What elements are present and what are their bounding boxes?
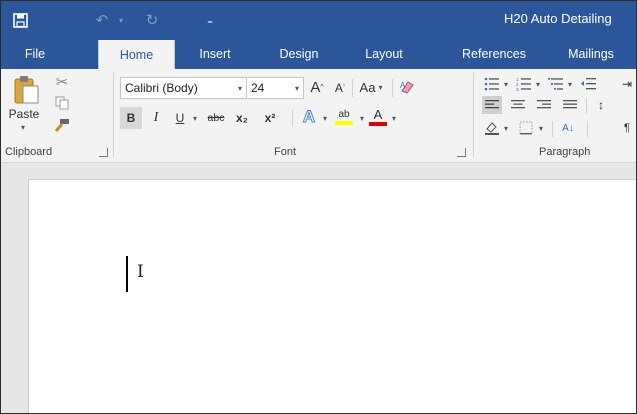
- underline-button[interactable]: U: [171, 107, 189, 129]
- undo-icon[interactable]: ↶: [91, 1, 113, 39]
- customize-qat-icon[interactable]: ₌: [199, 1, 221, 39]
- borders-dropdown-icon[interactable]: ▾: [536, 119, 546, 137]
- paragraph-divider: [586, 98, 587, 114]
- svg-text:A: A: [400, 81, 406, 90]
- justify-button[interactable]: [560, 96, 580, 114]
- bold-button[interactable]: B: [120, 107, 142, 129]
- font-color-dropdown-icon[interactable]: ▾: [389, 107, 399, 129]
- font-name-value: Calibri (Body): [125, 81, 198, 95]
- shrink-font-icon[interactable]: Aˇ: [331, 79, 349, 97]
- ibeam-cursor-icon: I: [137, 262, 144, 282]
- text-effects-icon[interactable]: A: [298, 106, 320, 128]
- group-divider: [473, 73, 474, 157]
- cut-icon[interactable]: ✂: [52, 72, 72, 92]
- multilevel-list-icon[interactable]: [546, 75, 566, 93]
- strikethrough-button[interactable]: abc: [203, 107, 229, 129]
- paragraph-group-label: Paragraph: [539, 146, 591, 158]
- tab-layout[interactable]: Layout: [357, 39, 411, 69]
- align-left-button[interactable]: [482, 96, 502, 114]
- shading-icon[interactable]: [482, 119, 502, 137]
- word-window: ↶ ▾ ↻ ₌ H20 Auto Detailing File Home Ins…: [0, 0, 637, 414]
- clipboard-launcher-icon[interactable]: [99, 148, 108, 157]
- svg-text:3: 3: [516, 87, 519, 91]
- decrease-indent-icon[interactable]: [579, 75, 599, 93]
- paste-dropdown-icon[interactable]: ▾: [13, 121, 33, 133]
- bullets-icon[interactable]: [482, 75, 502, 93]
- grow-font-icon[interactable]: A ^: [307, 77, 327, 97]
- undo-dropdown-icon[interactable]: ▾: [114, 1, 128, 39]
- font-size-box[interactable]: 24 ▾: [246, 77, 304, 99]
- paragraph-divider: [552, 121, 553, 137]
- tab-insert[interactable]: Insert: [191, 39, 239, 69]
- tab-references[interactable]: References: [456, 39, 532, 69]
- tab-design[interactable]: Design: [271, 39, 327, 69]
- highlight-dropdown-icon[interactable]: ▾: [357, 107, 367, 129]
- superscript-button[interactable]: x²: [259, 107, 281, 129]
- ribbon: Paste ▾ ✂ Clipboard Calibri (Body) ▾ 24 …: [1, 69, 636, 163]
- font-color-icon[interactable]: A: [367, 105, 389, 129]
- shading-dropdown-icon[interactable]: ▾: [501, 119, 511, 137]
- increase-indent-icon[interactable]: ⇥: [621, 75, 633, 93]
- highlight-icon[interactable]: ab: [332, 105, 356, 129]
- bullets-dropdown-icon[interactable]: ▾: [501, 75, 511, 93]
- font-group-label: Font: [274, 146, 297, 158]
- redo-icon[interactable]: ↻: [141, 1, 163, 39]
- multilevel-dropdown-icon[interactable]: ▾: [565, 75, 575, 93]
- text-cursor: [126, 256, 128, 292]
- font-name-box[interactable]: Calibri (Body) ▾: [120, 77, 247, 99]
- clear-formatting-icon[interactable]: A: [397, 77, 417, 97]
- text-effects-dropdown-icon[interactable]: ▾: [320, 107, 330, 129]
- paste-button[interactable]: Paste: [4, 107, 44, 121]
- font-size-dropdown-icon[interactable]: ▾: [295, 84, 299, 93]
- title-bar: ↶ ▾ ↻ ₌ H20 Auto Detailing: [1, 1, 636, 39]
- font-name-dropdown-icon[interactable]: ▾: [238, 84, 242, 93]
- italic-button[interactable]: I: [146, 107, 166, 129]
- clipboard-group-label: Clipboard: [5, 146, 53, 158]
- change-case-button[interactable]: Aa ▾: [356, 77, 386, 97]
- document-page[interactable]: I: [28, 179, 636, 413]
- numbering-icon[interactable]: 123: [514, 75, 534, 93]
- align-center-button[interactable]: [508, 96, 528, 114]
- borders-icon[interactable]: [516, 119, 536, 137]
- numbering-dropdown-icon[interactable]: ▾: [533, 75, 543, 93]
- show-marks-icon[interactable]: ¶: [621, 119, 633, 137]
- tab-home[interactable]: Home: [98, 40, 175, 69]
- paste-icon[interactable]: [14, 75, 40, 110]
- font-divider: [392, 79, 393, 97]
- font-size-value: 24: [251, 81, 265, 95]
- font-divider: [292, 109, 293, 127]
- save-icon[interactable]: [3, 1, 37, 39]
- line-spacing-icon[interactable]: ↕: [591, 96, 611, 114]
- ribbon-tabs: File Home Insert Design Layout Reference…: [1, 39, 636, 69]
- paragraph-divider: [587, 121, 588, 137]
- format-painter-icon[interactable]: [52, 116, 72, 134]
- document-title: H20 Auto Detailing: [504, 11, 612, 26]
- subscript-button[interactable]: x₂: [231, 107, 253, 129]
- underline-dropdown-icon[interactable]: ▾: [189, 107, 201, 129]
- copy-icon[interactable]: [52, 94, 72, 112]
- document-workspace: I: [1, 163, 636, 413]
- sort-icon[interactable]: A↓: [557, 119, 579, 137]
- align-right-button[interactable]: [534, 96, 554, 114]
- tab-file[interactable]: File: [13, 39, 57, 69]
- font-divider: [352, 79, 353, 97]
- tab-mailings[interactable]: Mailings: [556, 39, 626, 69]
- group-divider: [113, 73, 114, 157]
- font-launcher-icon[interactable]: [457, 148, 466, 157]
